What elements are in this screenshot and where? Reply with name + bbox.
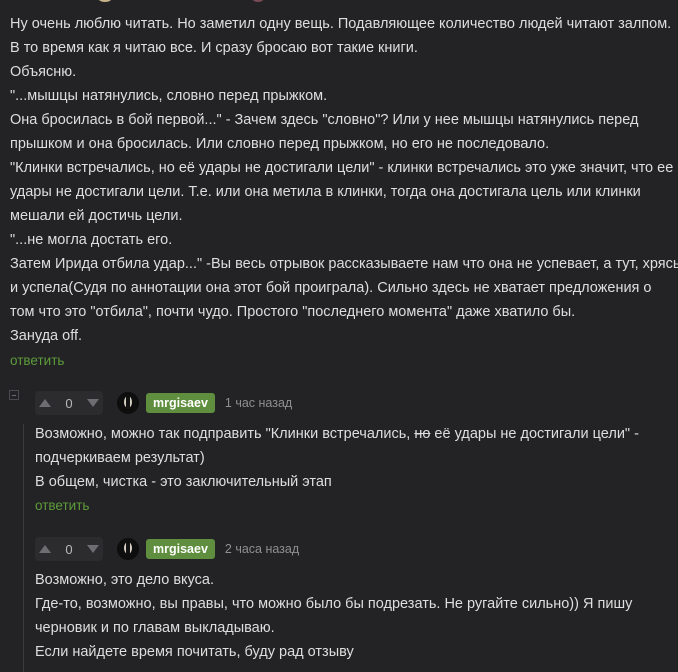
comment-line: и успела(Судя по аннотации она этот бой … [10, 280, 652, 296]
comment-line: Она бросилась в бой первой..." - Зачем з… [10, 112, 639, 128]
comment-line: В общем, чистка - это заключительный эта… [35, 474, 332, 490]
comment-header: 0 mrgisaev 2 часа назад [35, 537, 299, 561]
comment-line: Зануда off. [10, 328, 83, 344]
comment-header: 0 mrgisaev 1 час назад [35, 391, 292, 415]
avatar[interactable] [117, 538, 139, 560]
username-badge[interactable]: mrgisaev [146, 539, 215, 559]
collapse-minus-icon[interactable] [9, 390, 19, 400]
caret-down-icon[interactable] [86, 545, 99, 553]
timestamp[interactable]: 2 часа назад [225, 542, 299, 556]
comment-body: Ну очень люблю читать. Но заметил одну в… [10, 12, 678, 348]
avatar-icon [117, 538, 139, 560]
comment-line: черновик и по главам выкладываю. [35, 620, 275, 636]
comment-line: подчеркиваем результат) [35, 450, 205, 466]
comment-line: Если найдете время почитать, буду рад от… [35, 644, 354, 660]
comment-line: Объясню. [10, 64, 77, 80]
comment-line: "Клинки встречались, но её удары не дост… [10, 160, 674, 176]
comment-line: Ну очень люблю читать. Но заметил одну в… [10, 16, 672, 32]
avatar[interactable] [117, 392, 139, 414]
reply-body: Возможно, это дело вкуса. Где-то, возмож… [35, 568, 665, 664]
vote-score: 0 [65, 395, 73, 411]
comment-line: удары не достигали цели. Т.е. или она ме… [10, 184, 641, 200]
avatar-partial [252, 0, 264, 2]
vote-score: 0 [65, 541, 73, 557]
avatar-partial [98, 0, 112, 2]
vote-control: 0 [35, 391, 103, 415]
reply-button[interactable]: ответить [10, 353, 670, 368]
thread-line[interactable] [23, 424, 24, 672]
vote-control: 0 [35, 537, 103, 561]
caret-down-icon[interactable] [86, 399, 99, 407]
comment-line: "...не могла достать его. [10, 232, 173, 248]
caret-up-icon[interactable] [39, 545, 51, 553]
strikethrough-text: но [414, 426, 431, 442]
comment-line: прышком и она бросилась. Или словно пере… [10, 136, 550, 152]
reply-button[interactable]: ответить [35, 498, 235, 513]
comment-line: Возможно, можно так подправить "Клинки в… [35, 422, 665, 446]
comment-line: том что это "отбила", почти чудо. Просто… [10, 304, 576, 320]
comment-line: Затем Ирида отбила удар..." -Вы весь отр… [10, 256, 678, 272]
comment-line: "...мышцы натянулись, словно перед прыжк… [10, 88, 328, 104]
caret-up-icon[interactable] [39, 399, 51, 407]
reply-body: Возможно, можно так подправить "Клинки в… [35, 422, 665, 494]
avatar-icon [117, 392, 139, 414]
username-badge[interactable]: mrgisaev [146, 393, 215, 413]
comment-line: Возможно, это дело вкуса. [35, 572, 214, 588]
text-segment: её удары не достигали цели" - [430, 426, 639, 442]
text-segment: Возможно, можно так подправить "Клинки в… [35, 426, 415, 442]
comment-line: Где-то, возможно, вы правы, что можно бы… [35, 596, 633, 612]
timestamp[interactable]: 1 час назад [225, 396, 292, 410]
comment-line: мешали ей достичь цели. [10, 208, 183, 224]
comment-line: В то время как я читаю все. И сразу брос… [10, 40, 418, 56]
